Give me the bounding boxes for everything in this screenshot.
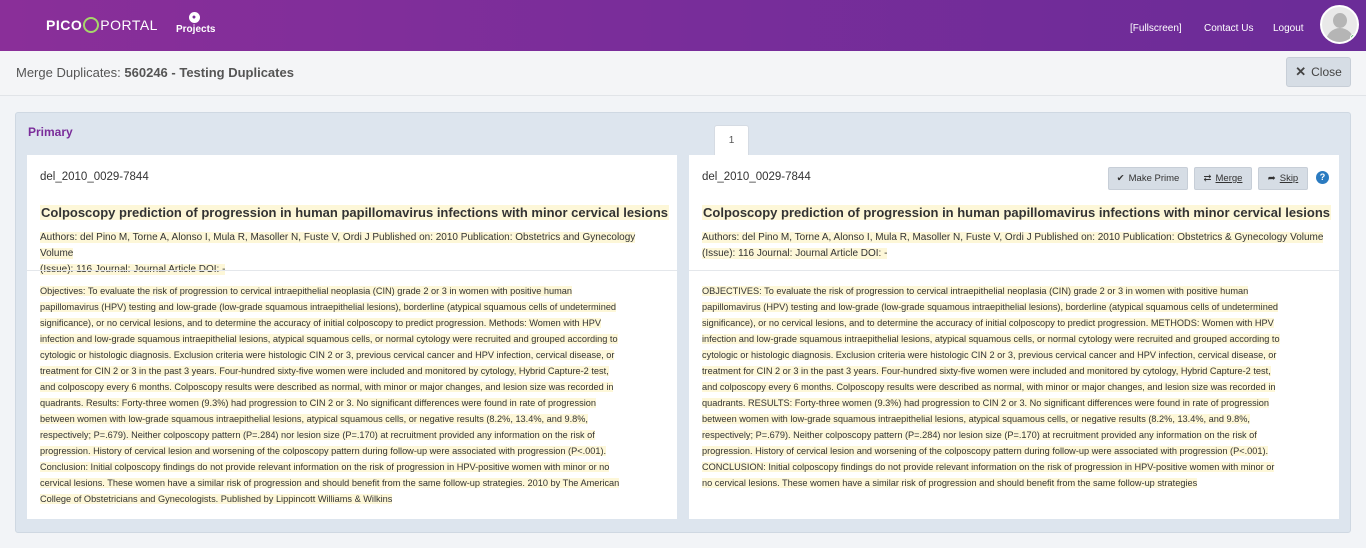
abstract-line: treatment for CIN 2 or 3 in the past 3 y… — [40, 366, 609, 376]
duplicate-record-card: del_2010_0029-7844 ✔ Make Prime ⇄ Merge … — [689, 155, 1339, 519]
abstract-line: infection and low-grade squamous intraep… — [40, 334, 618, 344]
page-header: Merge Duplicates: 560246 - Testing Dupli… — [0, 51, 1366, 96]
logo-text-portal: PORTAL — [100, 17, 158, 33]
abstract-line: cervical lesions. These women have a sim… — [40, 478, 620, 488]
nav-projects-label: Projects — [176, 24, 216, 35]
record-id: del_2010_0029-7844 — [702, 171, 811, 183]
skip-button[interactable]: ➦ Skip — [1258, 167, 1308, 190]
abstract-line: papillomavirus (HPV) testing and low-gra… — [40, 302, 617, 312]
primary-label: Primary — [28, 125, 73, 139]
nav-projects[interactable]: ● Projects — [176, 12, 216, 35]
help-icon[interactable]: ? — [1316, 171, 1329, 184]
record-id: del_2010_0029-7844 — [40, 171, 149, 183]
record-meta: Authors: del Pino M, Torne A, Alonso I, … — [702, 230, 1327, 262]
abstract-line: treatment for CIN 2 or 3 in the past 3 y… — [702, 366, 1271, 376]
page-title-prefix: Merge Duplicates: — [16, 65, 121, 80]
abstract-line: significance), or no cervical lesions, a… — [40, 318, 602, 328]
abstract-line: papillomavirus (HPV) testing and low-gra… — [702, 302, 1279, 312]
record-meta-line: Authors: del Pino M, Torne A, Alonso I, … — [40, 232, 636, 259]
abstract-line: progression. History of cervical lesion … — [702, 446, 1269, 456]
fullscreen-link[interactable]: [Fullscreen] — [1130, 23, 1182, 34]
record-title: Colposcopy prediction of progression in … — [702, 205, 1331, 220]
abstract-line: progression. History of cervical lesion … — [40, 446, 607, 456]
abstract-line: significance), or no cervical lesions, a… — [702, 318, 1274, 328]
divider — [689, 270, 1339, 271]
tab-duplicate-1[interactable]: 1 — [714, 125, 749, 156]
swap-arrows-icon: ⇄ — [1203, 173, 1212, 184]
abstract-line: infection and low-grade squamous intraep… — [702, 334, 1280, 344]
merge-button[interactable]: ⇄ Merge — [1194, 167, 1252, 190]
pico-portal-logo[interactable]: PICO PORTAL — [46, 16, 158, 34]
skip-label: Skip — [1279, 173, 1299, 184]
abstract-line: between women with low-grade squamous in… — [40, 414, 588, 424]
top-navbar: PICO PORTAL ● Projects [Fullscreen] Cont… — [0, 0, 1366, 51]
record-abstract: Objectives: To evaluate the risk of prog… — [40, 283, 668, 507]
avatar-head-icon — [1333, 13, 1347, 28]
share-arrow-icon: ➦ — [1267, 173, 1276, 184]
close-icon: ✕ — [1295, 64, 1307, 79]
projects-icon: ● — [188, 12, 200, 23]
primary-record-card: del_2010_0029-7844 Colposcopy prediction… — [27, 155, 677, 519]
user-avatar[interactable] — [1320, 5, 1359, 44]
abstract-line: CONCLUSION: Initial colposcopy findings … — [702, 462, 1275, 472]
abstract-line: OBJECTIVES: To evaluate the risk of prog… — [702, 286, 1249, 296]
abstract-line: Objectives: To evaluate the risk of prog… — [40, 286, 572, 296]
abstract-line: Conclusion: Initial colposcopy findings … — [40, 462, 610, 472]
record-meta-line: (Issue): 116 Journal: Journal Article DO… — [702, 248, 888, 259]
abstract-line: and colposcopy every 6 months. Colposcop… — [40, 382, 614, 392]
abstract-line: respectively; P=.679). Neither colposcop… — [702, 430, 1257, 440]
online-status-dot — [1350, 34, 1357, 41]
page-title-name: 560246 - Testing Duplicates — [124, 65, 294, 80]
divider — [27, 270, 677, 271]
abstract-line: quadrants. RESULTS: Forty-three women (9… — [702, 398, 1270, 408]
abstract-line: cytologic or histologic diagnosis. Exclu… — [702, 350, 1277, 360]
merge-label: Merge — [1215, 173, 1243, 184]
abstract-line: between women with low-grade squamous in… — [702, 414, 1250, 424]
abstract-line: and colposcopy every 6 months. Colposcop… — [702, 382, 1276, 392]
abstract-line: quadrants. Results: Forty-three women (9… — [40, 398, 596, 408]
close-button[interactable]: ✕ Close — [1286, 57, 1351, 87]
abstract-line: respectively; P=.679). Neither colposcop… — [40, 430, 595, 440]
logo-ring-icon — [83, 17, 100, 33]
make-prime-button[interactable]: ✔ Make Prime — [1108, 167, 1188, 190]
check-icon: ✔ — [1116, 173, 1125, 184]
abstract-line: no cervical lesions. These women have a … — [702, 478, 1198, 488]
logout-link[interactable]: Logout — [1273, 23, 1304, 34]
abstract-line: College of Obstetricians and Gynecologis… — [40, 494, 393, 504]
merge-panel: Primary 1 del_2010_0029-7844 Colposcopy … — [15, 112, 1351, 533]
make-prime-label: Make Prime — [1128, 173, 1180, 184]
record-meta-line: Authors: del Pino M, Torne A, Alonso I, … — [702, 232, 1324, 243]
record-title: Colposcopy prediction of progression in … — [40, 205, 669, 220]
logo-text-pico: PICO — [46, 17, 83, 33]
page-title: Merge Duplicates: 560246 - Testing Dupli… — [16, 65, 294, 80]
abstract-line: cytologic or histologic diagnosis. Exclu… — [40, 350, 615, 360]
record-abstract: OBJECTIVES: To evaluate the risk of prog… — [702, 283, 1330, 491]
close-button-label: Close — [1311, 65, 1342, 79]
contact-us-link[interactable]: Contact Us — [1204, 23, 1253, 34]
